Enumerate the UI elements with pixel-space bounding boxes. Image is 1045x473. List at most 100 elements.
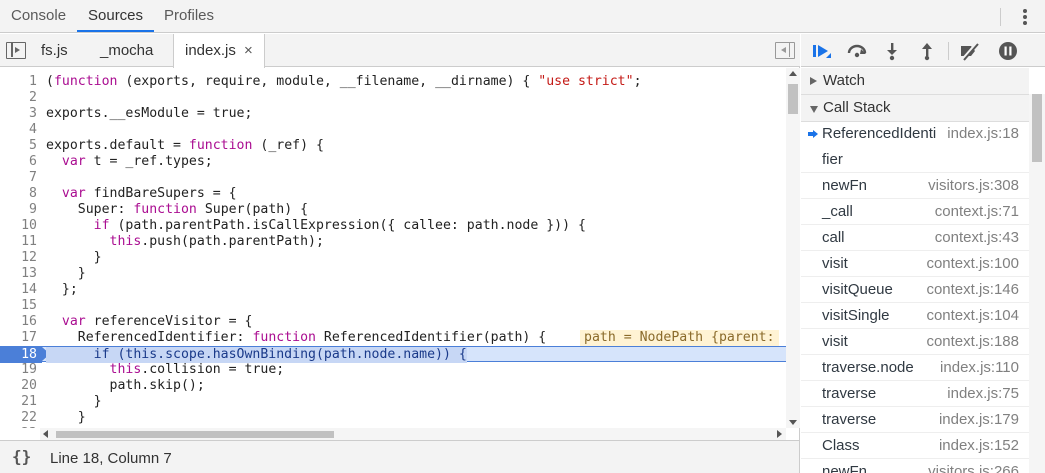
tab-console[interactable]: Console <box>0 0 77 32</box>
frame-location[interactable]: index.js:75 <box>947 385 1019 402</box>
toggle-navigator-icon[interactable] <box>6 42 26 59</box>
frame-location[interactable]: index.js:152 <box>939 437 1019 454</box>
line-number[interactable]: 14 <box>0 282 37 298</box>
frame-location[interactable]: visitors.js:266 <box>928 463 1019 473</box>
line-number[interactable]: 7 <box>0 170 37 186</box>
code-line[interactable]: 7 <box>0 170 786 186</box>
code-line[interactable]: 5 exports.default = function (_ref) { <box>0 138 786 154</box>
tab-sources[interactable]: Sources <box>77 0 155 32</box>
step-over-icon[interactable] <box>846 40 868 62</box>
call-frame[interactable]: Class index.js:152 <box>801 433 1029 459</box>
frame-location[interactable]: index.js:179 <box>939 411 1019 428</box>
code-line[interactable]: 12 } <box>0 250 786 266</box>
frame-location[interactable]: visitors.js:308 <box>928 177 1019 194</box>
call-frame[interactable]: traverse index.js:75 <box>801 381 1029 407</box>
frame-location[interactable]: context.js:146 <box>926 281 1019 298</box>
frame-location[interactable]: index.js:110 <box>940 359 1019 376</box>
call-frame[interactable]: newFn visitors.js:266 <box>801 459 1029 473</box>
frame-location[interactable]: context.js:71 <box>935 203 1019 220</box>
code-line[interactable]: 6 var t = _ref.types; <box>0 154 786 170</box>
code-line[interactable]: 4 <box>0 122 786 138</box>
code-line[interactable]: 20 path.skip(); <box>0 378 786 394</box>
file-tab-mocha[interactable]: _mocha <box>89 34 164 67</box>
line-number[interactable]: 19 <box>0 362 37 378</box>
code-line[interactable]: 8 var findBareSupers = { <box>0 186 786 202</box>
code-line[interactable]: 13 } <box>0 266 786 282</box>
line-number[interactable]: 3 <box>0 106 37 122</box>
line-number[interactable]: 20 <box>0 378 37 394</box>
code-line[interactable]: 18 if (this.scope.hasOwnBinding(path.nod… <box>0 346 786 363</box>
line-number[interactable]: 22 <box>0 410 37 426</box>
call-frame[interactable]: ReferencedIdenti fier index.js:18 <box>801 121 1029 173</box>
file-tab-fs[interactable]: fs.js <box>30 34 79 67</box>
frame-location[interactable]: context.js:188 <box>926 333 1019 350</box>
more-options-icon[interactable] <box>1015 6 1035 28</box>
line-number[interactable]: 4 <box>0 122 37 138</box>
pretty-print-icon[interactable]: {} <box>12 447 31 466</box>
line-number[interactable]: 10 <box>0 218 37 234</box>
scroll-left-icon[interactable] <box>43 430 48 438</box>
frame-location[interactable]: index.js:18 <box>947 125 1019 142</box>
code-editor[interactable]: 1 (function (exports, require, module, __… <box>0 68 786 428</box>
code-line[interactable]: 16 var referenceVisitor = { <box>0 314 786 330</box>
scroll-up-icon[interactable] <box>789 71 797 76</box>
call-frame[interactable]: visit context.js:188 <box>801 329 1029 355</box>
line-number[interactable]: 18 <box>0 347 50 363</box>
deactivate-breakpoints-icon[interactable] <box>959 40 981 62</box>
file-tab-index[interactable]: index.js × <box>173 34 265 68</box>
call-frame[interactable]: call context.js:43 <box>801 225 1029 251</box>
call-frame[interactable]: newFn visitors.js:308 <box>801 173 1029 199</box>
call-frame[interactable]: traverse index.js:179 <box>801 407 1029 433</box>
line-number[interactable]: 6 <box>0 154 37 170</box>
code-line[interactable]: 3 exports.__esModule = true; <box>0 106 786 122</box>
line-number[interactable]: 23 <box>0 426 37 428</box>
line-number[interactable]: 12 <box>0 250 37 266</box>
line-number[interactable]: 16 <box>0 314 37 330</box>
sidebar-scrollbar[interactable] <box>1029 94 1045 473</box>
call-frame[interactable]: traverse.node index.js:110 <box>801 355 1029 381</box>
scroll-down-icon[interactable] <box>789 420 797 425</box>
tab-profiles[interactable]: Profiles <box>153 0 225 32</box>
line-number[interactable]: 17 <box>0 330 37 346</box>
code-line[interactable]: 9 Super: function Super(path) { <box>0 202 786 218</box>
toggle-debugger-icon[interactable] <box>775 42 795 59</box>
line-number[interactable]: 11 <box>0 234 37 250</box>
scroll-thumb[interactable] <box>1032 94 1042 162</box>
code-line[interactable]: 1 (function (exports, require, module, __… <box>0 74 786 90</box>
call-frame[interactable]: visitQueue context.js:146 <box>801 277 1029 303</box>
code-line[interactable]: 22 } <box>0 410 786 426</box>
pause-on-exceptions-icon[interactable] <box>997 40 1019 62</box>
code-line[interactable]: 19 this.collision = true; <box>0 362 786 378</box>
call-stack-section-header[interactable]: Call Stack <box>801 95 1029 122</box>
editor-vertical-scrollbar[interactable] <box>786 68 800 428</box>
code-line[interactable]: 21 } <box>0 394 786 410</box>
code-line[interactable]: 2 <box>0 90 786 106</box>
editor-horizontal-scrollbar[interactable] <box>40 428 786 440</box>
watch-section-header[interactable]: Watch <box>801 68 1029 95</box>
code-line[interactable]: 15 <box>0 298 786 314</box>
scroll-right-icon[interactable] <box>777 430 782 438</box>
code-line[interactable]: 17 ReferencedIdentifier: function Refere… <box>0 330 786 346</box>
resume-icon[interactable] <box>811 40 833 62</box>
code-line[interactable]: 10 if (path.parentPath.isCallExpression(… <box>0 218 786 234</box>
code-line[interactable]: 11 this.push(path.parentPath); <box>0 234 786 250</box>
call-frame[interactable]: visitSingle context.js:104 <box>801 303 1029 329</box>
line-number[interactable]: 1 <box>0 74 37 90</box>
line-number[interactable]: 15 <box>0 298 37 314</box>
line-number[interactable]: 21 <box>0 394 37 410</box>
frame-location[interactable]: context.js:100 <box>926 255 1019 272</box>
line-number[interactable]: 9 <box>0 202 37 218</box>
close-tab-icon[interactable]: × <box>244 42 253 59</box>
step-out-icon[interactable] <box>916 40 938 62</box>
frame-location[interactable]: context.js:43 <box>935 229 1019 246</box>
scroll-thumb[interactable] <box>788 84 798 114</box>
line-number[interactable]: 5 <box>0 138 37 154</box>
line-number[interactable]: 2 <box>0 90 37 106</box>
line-number[interactable]: 8 <box>0 186 37 202</box>
code-line[interactable]: 14 }; <box>0 282 786 298</box>
call-frame[interactable]: _call context.js:71 <box>801 199 1029 225</box>
line-number[interactable]: 13 <box>0 266 37 282</box>
call-frame[interactable]: visit context.js:100 <box>801 251 1029 277</box>
step-into-icon[interactable] <box>881 40 903 62</box>
frame-location[interactable]: context.js:104 <box>926 307 1019 324</box>
